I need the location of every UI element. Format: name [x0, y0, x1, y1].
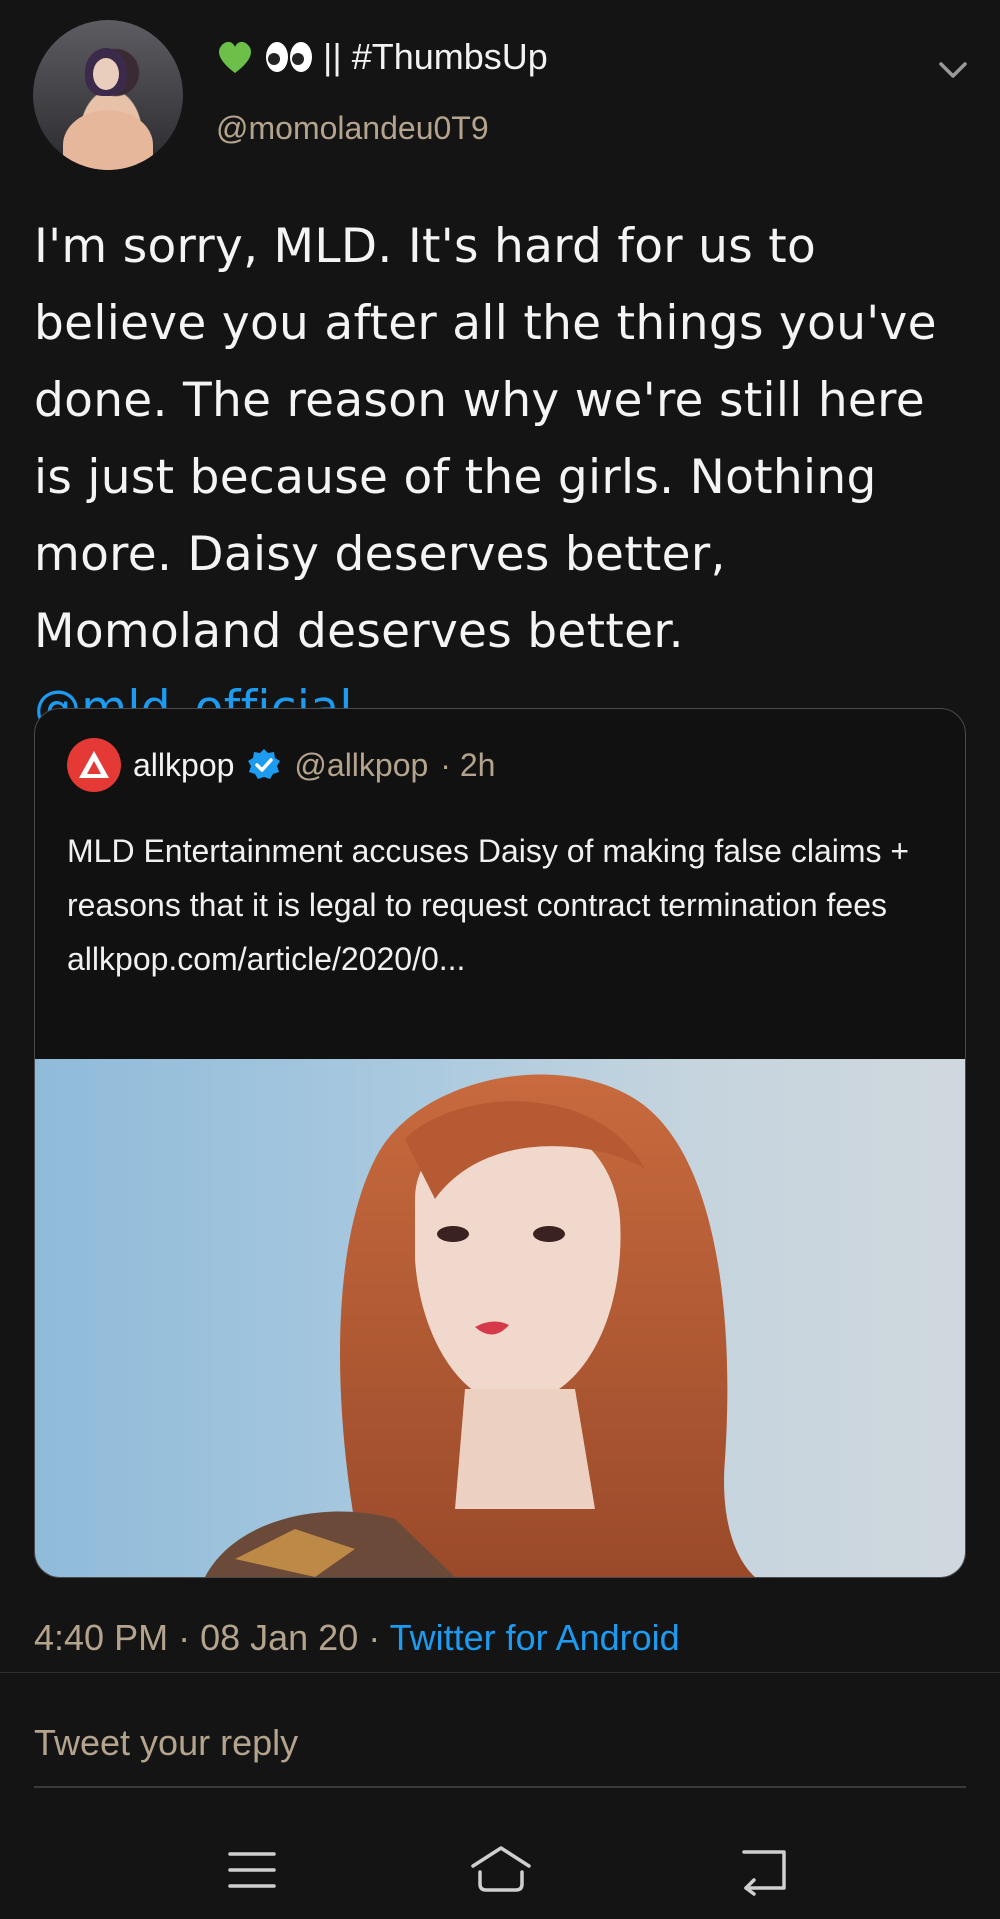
tweet-source[interactable]: Twitter for Android	[390, 1617, 680, 1658]
verified-badge-icon	[248, 749, 281, 779]
quote-time: · 2h	[440, 746, 496, 783]
quote-link[interactable]: allkpop.com/article/2020/0...	[67, 932, 937, 986]
quote-text: MLD Entertainment accuses Daisy of makin…	[67, 833, 910, 923]
chevron-down-icon[interactable]	[933, 50, 973, 90]
home-icon[interactable]	[468, 1840, 534, 1900]
quote-author-name: allkpop	[133, 746, 235, 783]
reply-underline	[34, 1786, 966, 1788]
quote-image[interactable]	[35, 1059, 965, 1577]
quoted-tweet[interactable]: allkpop @allkpop · 2h MLD Entertainment …	[34, 708, 966, 1578]
tweet-text: I'm sorry, MLD. It's hard for us to beli…	[34, 208, 974, 747]
avatar-face	[93, 58, 119, 90]
quote-body: MLD Entertainment accuses Daisy of makin…	[67, 824, 937, 986]
tweet-body: I'm sorry, MLD. It's hard for us to beli…	[34, 219, 937, 659]
tweet-timestamp: 4:40 PM · 08 Jan 20 · Twitter for Androi…	[34, 1617, 680, 1659]
system-nav-bar	[0, 1820, 1000, 1919]
back-icon[interactable]	[734, 1840, 794, 1900]
portrait-photo	[205, 1074, 755, 1577]
display-name[interactable]: || #ThumbsUp	[215, 36, 548, 78]
avatar-dress	[63, 110, 153, 170]
tweet-date: · 08 Jan 20 ·	[178, 1617, 381, 1658]
allkpop-logo-icon	[67, 738, 121, 792]
display-name-text: || #ThumbsUp	[323, 36, 548, 77]
author-handle[interactable]: @momolandeu0T9	[216, 110, 489, 147]
quote-header: allkpop @allkpop · 2h	[67, 738, 496, 792]
menu-icon[interactable]	[222, 1840, 282, 1900]
avatar[interactable]	[33, 20, 183, 170]
reply-input[interactable]: Tweet your reply	[34, 1722, 298, 1764]
tweet-time: 4:40 PM	[34, 1617, 169, 1658]
quote-author-handle: @allkpop	[294, 746, 429, 783]
divider	[0, 1672, 1000, 1673]
eyes-icon	[266, 42, 312, 72]
green-heart-icon	[219, 41, 251, 73]
tweet-header: || #ThumbsUp @momolandeu0T9	[33, 20, 973, 170]
